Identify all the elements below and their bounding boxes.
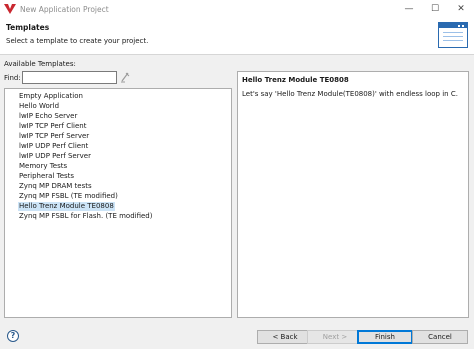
next-button[interactable]: Next > — [307, 330, 363, 344]
template-item[interactable]: Memory Tests — [18, 162, 68, 171]
template-item[interactable]: Zynq MP FSBL for Flash. (TE modified) — [18, 212, 153, 221]
template-list[interactable]: Empty Application Hello World lwIP Echo … — [4, 88, 232, 318]
template-item[interactable]: Zynq MP DRAM tests — [18, 182, 93, 191]
clear-filter-icon[interactable] — [120, 71, 130, 83]
template-item[interactable]: lwIP Echo Server — [18, 112, 78, 121]
help-icon[interactable]: ? — [7, 330, 19, 342]
template-item[interactable]: lwIP UDP Perf Server — [18, 152, 92, 161]
find-input[interactable] — [22, 71, 117, 84]
close-icon[interactable]: ✕ — [448, 0, 474, 18]
vivado-logo-icon — [4, 4, 16, 14]
template-item[interactable]: Zynq MP FSBL (TE modified) — [18, 192, 119, 201]
cancel-button[interactable]: Cancel — [412, 330, 468, 344]
finish-button[interactable]: Finish — [357, 330, 413, 344]
maximize-icon[interactable]: ☐ — [422, 0, 448, 18]
find-label: Find: — [4, 74, 21, 82]
template-item-selected[interactable]: Hello Trenz Module TE0808 — [18, 202, 115, 211]
window-controls: — ☐ ✕ — [396, 0, 474, 18]
template-item[interactable]: Hello World — [18, 102, 60, 111]
button-bar: ? < Back Next > Finish Cancel — [0, 318, 474, 349]
main-area: Available Templates: Find: Empty Applica… — [0, 55, 474, 318]
template-item[interactable]: lwIP TCP Perf Client — [18, 122, 88, 131]
description-text: Let's say 'Hello Trenz Module(TE0808)' w… — [242, 90, 458, 98]
template-item[interactable]: Empty Application — [18, 92, 84, 101]
back-button[interactable]: < Back — [257, 330, 313, 344]
minimize-icon[interactable]: — — [396, 0, 422, 18]
template-description-panel: Hello Trenz Module TE0808 Let's say 'Hel… — [237, 71, 469, 318]
wizard-header: Templates Select a template to create yo… — [0, 18, 474, 54]
title-bar: New Application Project — ☐ ✕ — [0, 0, 474, 18]
template-item[interactable]: lwIP UDP Perf Client — [18, 142, 89, 151]
template-item[interactable]: Peripheral Tests — [18, 172, 75, 181]
description-title: Hello Trenz Module TE0808 — [242, 76, 349, 84]
wizard-banner-icon — [438, 22, 468, 48]
available-templates-label: Available Templates: — [4, 60, 76, 68]
page-description: Select a template to create your project… — [6, 37, 149, 45]
page-title: Templates — [6, 23, 50, 32]
window-title: New Application Project — [20, 4, 109, 14]
template-item[interactable]: lwIP TCP Perf Server — [18, 132, 90, 141]
